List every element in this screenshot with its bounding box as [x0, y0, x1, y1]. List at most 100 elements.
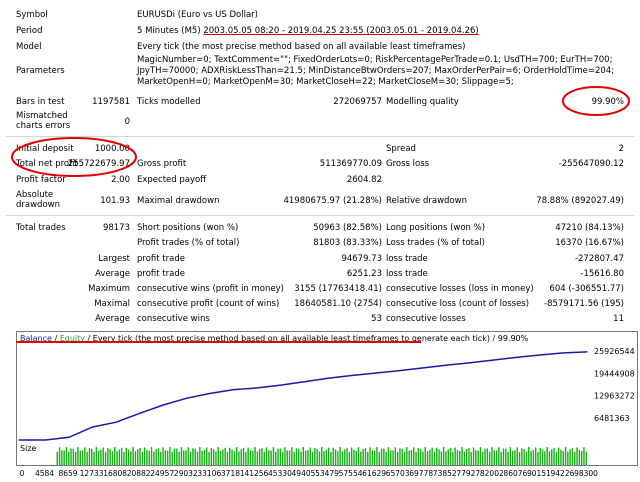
volume-bar — [77, 447, 79, 465]
balance-point — [421, 367, 423, 369]
volume-bar — [452, 451, 454, 465]
volume-bar — [357, 447, 360, 465]
volume-bar — [583, 447, 585, 465]
volume-bar — [544, 451, 546, 465]
volume-bar — [176, 448, 178, 465]
balance-point — [515, 356, 517, 358]
volume-bar — [454, 447, 456, 465]
volume-bar — [231, 449, 233, 465]
x-tick-label: 20882 — [127, 469, 151, 478]
x-tick-label: 4584 — [35, 469, 54, 478]
volume-bar — [56, 451, 58, 465]
volume-bar — [323, 451, 325, 465]
volume-bar — [279, 448, 282, 465]
volume-bar — [564, 447, 567, 465]
volume-bar — [383, 448, 385, 465]
volume-bar — [376, 447, 378, 465]
volume-bar — [585, 451, 587, 465]
volume-bar — [523, 449, 525, 465]
volume-bar — [226, 451, 229, 465]
balance-point — [18, 439, 20, 441]
volume-bar — [569, 449, 571, 465]
volume-bar — [541, 449, 544, 465]
volume-bar — [362, 449, 364, 465]
volume-bar — [468, 448, 470, 465]
volume-bar — [438, 449, 440, 465]
volume-bar — [385, 451, 387, 465]
x-tick-label: 45330 — [268, 469, 292, 478]
x-tick-label: 69778 — [409, 469, 433, 478]
volume-bar — [325, 449, 328, 465]
volume-bar — [134, 451, 137, 465]
volume-bar — [339, 447, 341, 465]
x-tick-label: 53479 — [315, 469, 339, 478]
volume-bar — [254, 447, 256, 465]
volume-bar — [465, 449, 468, 465]
volume-bar — [530, 451, 532, 465]
balance-point — [91, 426, 94, 428]
volume-bar — [281, 451, 284, 465]
legend-underline — [16, 341, 421, 343]
volume-bar — [364, 448, 367, 465]
volume-bar — [192, 448, 194, 465]
volume-bar — [477, 450, 479, 465]
volume-bar — [502, 448, 505, 465]
volume-bar — [518, 451, 521, 465]
volume-bar — [118, 449, 121, 465]
volume-bar — [415, 451, 417, 465]
volume-bar — [111, 451, 114, 465]
volume-bar — [348, 451, 351, 465]
balance-point — [303, 381, 306, 383]
volume-bar — [72, 448, 75, 465]
volume-bar — [247, 447, 249, 465]
volume-bar — [472, 447, 475, 465]
volume-bar — [95, 447, 98, 465]
volume-bar — [270, 450, 272, 465]
volume-bar — [235, 447, 238, 465]
volume-bar — [486, 448, 489, 465]
x-tick-label: 0 — [20, 469, 25, 478]
volume-bar — [390, 450, 392, 465]
balance-point — [539, 354, 541, 356]
balance-line — [19, 351, 588, 441]
quality-highlight-ellipse — [562, 86, 630, 116]
volume-bar — [81, 450, 84, 465]
volume-bar — [562, 451, 564, 465]
balance-point — [586, 351, 588, 353]
volume-bar — [212, 449, 215, 465]
volume-bar — [551, 449, 553, 465]
volume-bar — [396, 451, 399, 465]
volume-bar — [447, 449, 449, 465]
volume-bar — [116, 451, 118, 465]
volume-bar — [256, 451, 259, 465]
x-tick-label: 49405 — [292, 469, 316, 478]
volume-bar — [534, 447, 537, 465]
volume-bar — [187, 447, 190, 465]
balance-point — [44, 439, 47, 441]
volume-bar — [479, 447, 482, 465]
volume-bar — [525, 451, 528, 465]
volume-bar — [495, 450, 498, 465]
volume-bar — [431, 447, 433, 465]
volume-bar — [171, 451, 173, 465]
volume-bar — [475, 450, 477, 465]
volume-bar — [120, 447, 123, 465]
volume-bar — [141, 451, 144, 465]
volume-bar — [528, 447, 530, 465]
x-tick-label: 77927 — [456, 469, 480, 478]
y-tick-label: 12963272 — [594, 392, 635, 401]
volume-bar — [178, 451, 180, 465]
volume-bar — [498, 447, 500, 465]
volume-bar — [114, 447, 116, 465]
x-tick-label: 41256 — [244, 469, 268, 478]
volume-bar — [295, 448, 298, 465]
balance-point — [162, 404, 164, 406]
volume-bar — [321, 447, 323, 465]
balance-point — [327, 377, 329, 379]
volume-bar — [127, 449, 130, 465]
volume-bar — [238, 451, 240, 465]
volume-bar — [240, 449, 242, 465]
volume-bar — [314, 448, 316, 465]
volume-bar — [491, 447, 493, 465]
x-tick-label: 57554 — [339, 469, 363, 478]
